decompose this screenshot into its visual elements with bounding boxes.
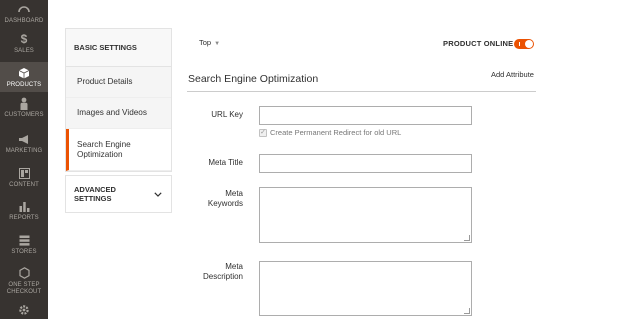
nav-label: CUSTOMERS [4,112,44,118]
nav-products[interactable]: PRODUCTS [0,62,48,92]
meta-description-label-text: Meta Description [202,262,243,281]
redirect-checkbox[interactable]: ✓ [259,128,267,137]
meta-title-input[interactable] [259,154,472,173]
product-online-toggle[interactable] [514,39,534,49]
box-icon [17,66,31,80]
dashboard-icon [17,2,31,16]
nav-stores[interactable]: STORES [0,233,48,261]
bar-chart-icon [17,199,31,213]
nav-dashboard[interactable]: DASHBOARD [0,0,48,30]
toggle-on-mark [519,42,520,46]
product-online-label: PRODUCT ONLINE [443,39,514,48]
store-icon [17,233,31,247]
settings-item-product-details[interactable]: Product Details [66,67,171,98]
nav-label: DASHBOARD [4,18,44,24]
admin-sidebar: DASHBOARD $ SALES PRODUCTS CUSTOMERS MAR… [0,0,48,319]
meta-keywords-textarea[interactable] [259,187,472,243]
layout-icon [17,166,31,180]
add-attribute-button[interactable]: Add Attribute [491,70,534,79]
meta-description-label: Meta Description [187,262,243,282]
dollar-icon: $ [20,32,28,46]
basic-settings-heading: BASIC SETTINGS [66,29,171,67]
store-view-switcher[interactable]: Top ▼ [199,38,220,47]
meta-title-label: Meta Title [208,158,243,167]
meta-keywords-label-text: Meta Keywords [207,189,243,208]
toggle-knob [525,40,533,48]
nav-marketing[interactable]: MARKETING [0,132,48,160]
settings-item-seo[interactable]: Search Engine Optimization [66,129,171,171]
nav-label: PRODUCTS [6,82,42,88]
meta-description-textarea[interactable] [259,261,472,316]
hexagon-icon [17,266,31,280]
redirect-checkbox-row[interactable]: ✓ Create Permanent Redirect for old URL [259,128,401,137]
advanced-settings-toggle[interactable]: ADVANCED SETTINGS [65,175,172,213]
nav-one-step-checkout[interactable]: ONE STEP CHECKOUT [0,266,48,300]
chevron-down-icon [154,190,162,199]
meta-keywords-label: Meta Keywords [187,189,243,209]
url-key-label: URL Key [211,110,243,119]
advanced-settings-label: ADVANCED SETTINGS [74,185,116,203]
section-divider [187,91,536,92]
store-view-label: Top [199,38,212,47]
gear-icon [17,303,31,317]
redirect-label: Create Permanent Redirect for old URL [270,128,402,137]
settings-item-label: Search Engine Optimization [77,139,131,159]
nav-label: MARKETING [5,148,43,154]
nav-label: STORES [11,249,37,255]
nav-settings[interactable] [0,303,48,319]
url-key-input[interactable] [259,106,472,125]
section-title: Search Engine Optimization [188,73,319,85]
megaphone-icon [17,132,31,146]
person-icon [17,96,31,110]
nav-reports[interactable]: REPORTS [0,199,48,227]
nav-label: SALES [14,48,34,54]
nav-label: REPORTS [9,215,39,221]
caret-down-icon: ▼ [214,41,221,47]
nav-customers[interactable]: CUSTOMERS [0,96,48,126]
product-settings-panel: BASIC SETTINGS Product Details Images an… [65,28,172,172]
nav-content[interactable]: CONTENT [0,166,48,194]
nav-label: CONTENT [9,182,39,188]
settings-item-images-videos[interactable]: Images and Videos [66,98,171,129]
nav-label: ONE STEP CHECKOUT [6,282,42,295]
nav-sales[interactable]: $ SALES [0,32,48,60]
